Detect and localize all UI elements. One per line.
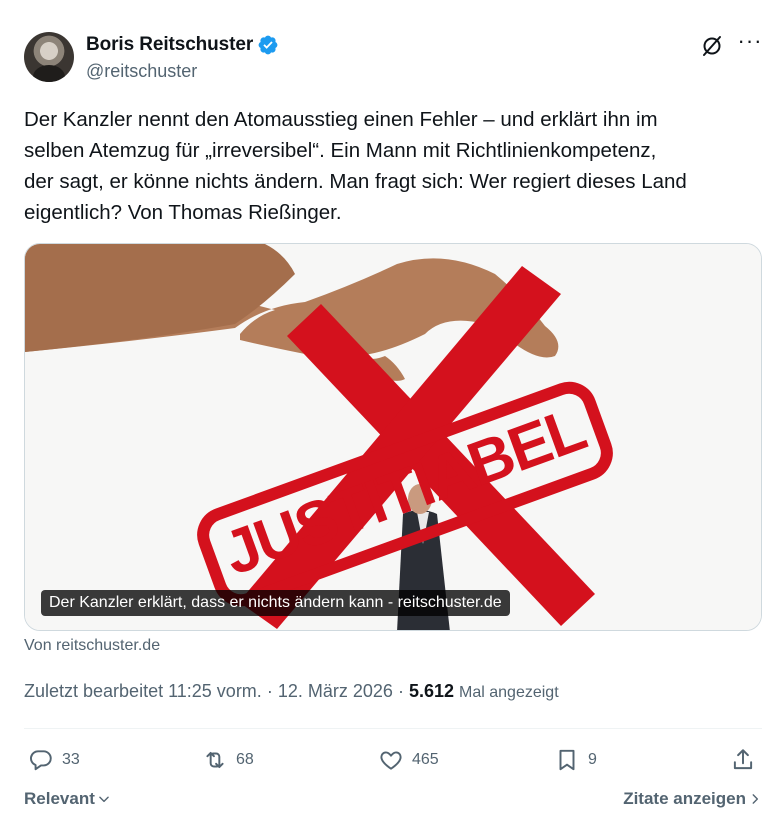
repost-button[interactable]: 68 <box>202 742 254 778</box>
repost-icon <box>206 751 224 769</box>
chevron-right-icon <box>752 794 759 804</box>
views-count: 5.612 <box>408 681 454 701</box>
tweet-meta: Zuletzt bearbeitet 11:25 vorm. · 12. Mär… <box>24 681 559 702</box>
share-button[interactable] <box>730 742 756 778</box>
quotes-label: Zitate anzeigen <box>623 789 746 808</box>
heart-icon <box>380 751 402 770</box>
meta-separator: · <box>397 681 404 701</box>
replies-footer: Relevant Zitate anzeigen <box>24 789 762 813</box>
repost-count: 68 <box>236 751 254 768</box>
author-name-row: Boris Reitschuster <box>86 34 279 56</box>
grok-icon[interactable] <box>700 34 724 58</box>
like-count: 465 <box>412 751 439 768</box>
verified-badge-icon <box>258 35 278 55</box>
tweet-date[interactable]: 12. März 2026 <box>278 681 393 701</box>
edited-label[interactable]: Zuletzt bearbeitet <box>24 681 163 701</box>
bookmark-count: 9 <box>588 751 597 768</box>
more-options-icon[interactable]: ··· <box>736 30 764 56</box>
reply-icon <box>30 750 52 771</box>
view-quotes-link[interactable]: Zitate anzeigen <box>623 789 762 809</box>
author-name[interactable]: Boris Reitschuster <box>86 34 253 56</box>
tweet-header: Boris Reitschuster @reitschuster ··· <box>24 28 764 88</box>
share-icon <box>733 749 753 770</box>
bookmark-button[interactable]: 9 <box>554 742 597 778</box>
reply-button[interactable]: 33 <box>28 742 80 778</box>
card-caption: Der Kanzler erklärt, dass er nichts ände… <box>41 590 510 616</box>
bookmark-icon <box>559 749 575 771</box>
meta-separator: · <box>266 681 273 701</box>
card-source[interactable]: Von reitschuster.de <box>24 637 160 655</box>
sort-dropdown[interactable]: Relevant <box>24 789 111 809</box>
link-card[interactable]: JUSTITIABEL Der Kanzler erklärt, dass er… <box>24 243 762 631</box>
divider <box>24 728 762 729</box>
views-label: Mal angezeigt <box>459 684 559 701</box>
action-bar: 33 68 465 9 <box>24 742 762 778</box>
reply-count: 33 <box>62 751 80 768</box>
tweet-text: Der Kanzler nennt den Atomausstieg einen… <box>24 108 687 224</box>
author-avatar[interactable] <box>24 32 74 82</box>
like-button[interactable]: 465 <box>378 742 439 778</box>
author-handle[interactable]: @reitschuster <box>86 61 197 82</box>
tweet-time[interactable]: 11:25 vorm. <box>168 681 262 701</box>
sort-label: Relevant <box>24 789 95 808</box>
chevron-down-icon <box>99 796 109 803</box>
card-image: JUSTITIABEL <box>25 244 761 630</box>
